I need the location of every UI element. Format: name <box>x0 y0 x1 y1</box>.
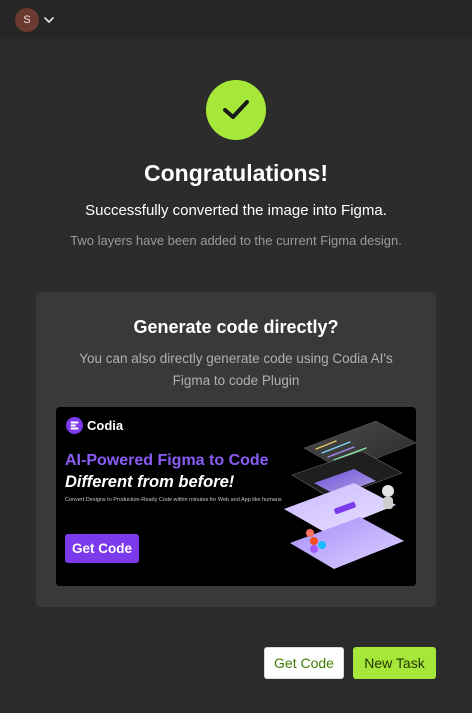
banner-headline: AI-Powered Figma to Code <box>65 452 269 469</box>
codia-brand: Codia <box>66 417 123 434</box>
success-subtitle: Successfully converted the image into Fi… <box>85 202 387 219</box>
generate-code-card: Generate code directly? You can also dir… <box>36 292 436 607</box>
top-bar: S <box>0 0 472 39</box>
chevron-down-icon[interactable] <box>43 14 55 26</box>
get-code-button[interactable]: Get Code <box>264 647 344 679</box>
avatar[interactable]: S <box>15 7 39 32</box>
codia-logo-icon <box>66 417 83 434</box>
brand-name: Codia <box>87 418 124 433</box>
card-description: You can also directly generate code usin… <box>79 351 393 388</box>
codia-promo-banner[interactable]: Codia AI-Powered Figma to Code Different… <box>56 407 416 586</box>
card-title: Generate code directly? <box>133 317 339 337</box>
success-title: Congratulations! <box>144 160 328 186</box>
layered-code-illustration <box>284 420 416 569</box>
account-switcher[interactable]: S <box>15 7 55 32</box>
success-note: Two layers have been added to the curren… <box>70 233 402 248</box>
banner-get-code-button[interactable]: Get Code <box>65 534 139 563</box>
banner-subheadline: Different from before! <box>65 473 235 491</box>
checkmark-icon <box>223 100 249 119</box>
success-check-badge <box>206 80 266 140</box>
new-task-button[interactable]: New Task <box>353 647 436 679</box>
